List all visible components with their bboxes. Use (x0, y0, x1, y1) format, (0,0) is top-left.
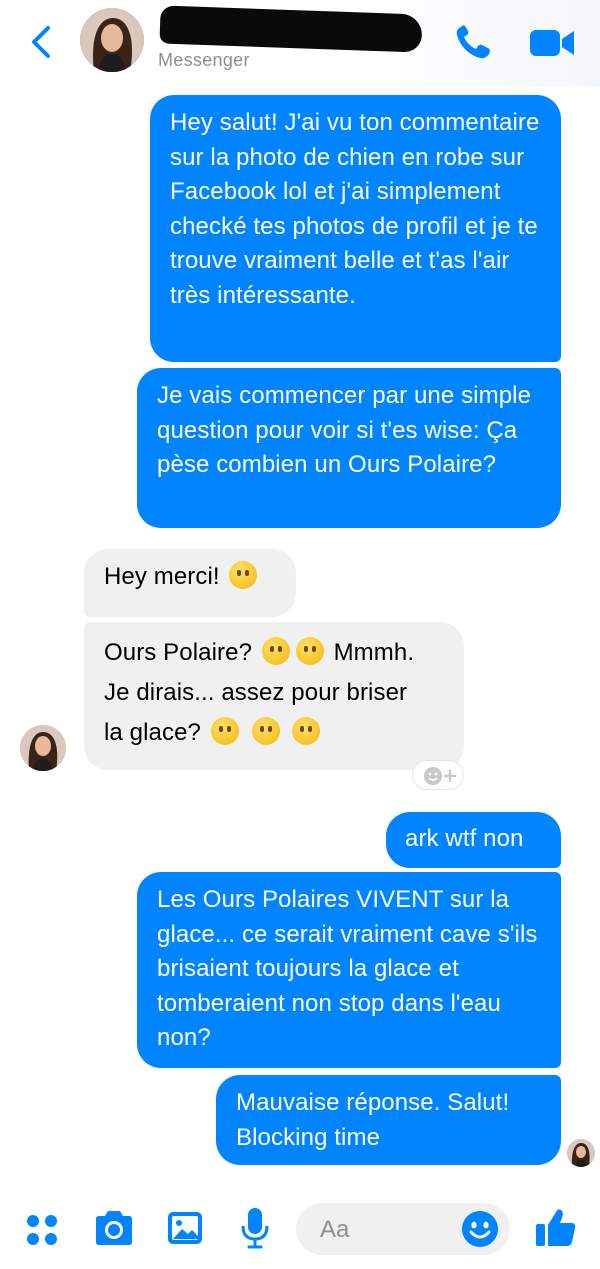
winking-face-icon (292, 717, 321, 745)
thinking-face-icon (295, 637, 324, 665)
camera-icon[interactable] (92, 1208, 136, 1248)
conversation-header: Messenger (0, 0, 600, 86)
seen-receipt-avatar (567, 1139, 595, 1167)
message-text: Hey salut! J'ai vu ton commentaire sur l… (170, 109, 540, 309)
slightly-smiling-face-icon (229, 561, 258, 589)
message-outgoing[interactable]: Je vais commencer par une simple questio… (137, 368, 561, 528)
gallery-icon[interactable] (165, 1208, 205, 1248)
message-text: Mauvaise réponse. Salut! Blocking time (236, 1089, 510, 1151)
back-chevron-icon[interactable] (24, 22, 60, 62)
redacted-contact-name (159, 5, 423, 53)
message-outgoing[interactable]: Hey salut! J'ai vu ton commentaire sur l… (150, 95, 561, 362)
apps-icon[interactable] (22, 1210, 62, 1250)
contact-avatar-small[interactable] (20, 725, 66, 771)
message-text: Je dirais... assez pour briser (104, 679, 408, 706)
add-reaction-icon (424, 767, 457, 785)
phone-call-icon[interactable] (452, 22, 496, 62)
message-text: Ours Polaire? (104, 639, 253, 666)
contact-avatar[interactable] (80, 8, 144, 72)
message-text: Mmmh. (333, 639, 415, 666)
tongue-face-icon (210, 717, 239, 745)
message-input-placeholder: Aa (320, 1216, 350, 1243)
emoji-icon[interactable] (460, 1209, 500, 1249)
message-incoming[interactable]: Ours Polaire? Mmmh. Je dirais... assez p… (84, 622, 464, 770)
add-reaction-button[interactable] (412, 760, 464, 790)
message-text: Je vais commencer par une simple questio… (157, 382, 532, 478)
message-outgoing[interactable]: ark wtf non (386, 812, 561, 868)
message-input[interactable]: Aa (296, 1203, 510, 1255)
tongue-face-icon (251, 717, 280, 745)
message-text: la glace? (104, 719, 201, 746)
message-text: Les Ours Polaires VIVENT sur la glace...… (157, 886, 538, 1051)
video-call-icon[interactable] (528, 26, 576, 60)
header-subtitle: Messenger (158, 50, 250, 70)
message-incoming[interactable]: Hey merci! (84, 549, 296, 617)
message-text: ark wtf non (405, 825, 524, 852)
message-text: Hey merci! (104, 563, 220, 590)
microphone-icon[interactable] (239, 1206, 271, 1250)
message-outgoing[interactable]: Les Ours Polaires VIVENT sur la glace...… (137, 872, 561, 1068)
thumbs-up-icon[interactable] (534, 1206, 578, 1250)
message-outgoing[interactable]: Mauvaise réponse. Salut! Blocking time (216, 1075, 561, 1165)
thinking-face-icon (261, 637, 290, 665)
